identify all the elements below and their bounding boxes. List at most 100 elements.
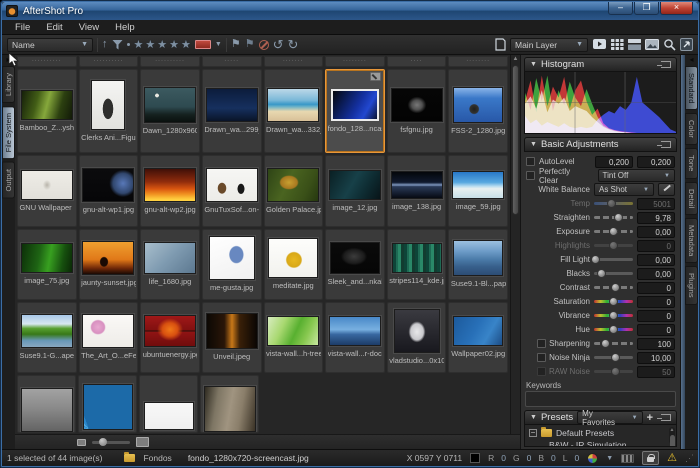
star-icon[interactable]: ★ <box>157 38 167 51</box>
rotate-left-icon[interactable]: ↺ <box>273 38 284 51</box>
fill-light-slider[interactable] <box>594 258 633 261</box>
thumbnail-cell[interactable]: Bamboo_Z...ysha.jpg <box>17 69 77 154</box>
thumbnail-cell[interactable]: vladstudio...0x1024.jpg <box>387 302 447 373</box>
star-icon[interactable]: ★ <box>145 38 155 51</box>
thumbnail-cell[interactable]: stripes114_kde.jpg <box>387 229 447 300</box>
resize-grip[interactable]: ⋰ <box>685 453 693 464</box>
thumbnail-size-slider[interactable] <box>92 441 130 444</box>
thumbnail-cell[interactable]: ····· <box>202 56 262 67</box>
menu-item-file[interactable]: File <box>8 21 37 34</box>
thumbnail-cell[interactable]: fsfgnu.jpg <box>387 69 447 154</box>
thumbnail-cell[interactable]: vista-wall...r-dock.jpg <box>325 302 385 373</box>
thumbnail-cell[interactable]: Clerks Ani...Figure.jpg <box>79 69 139 154</box>
thumbnail-cell[interactable]: jaunty-sunset.jpg <box>79 229 139 300</box>
star-icon[interactable]: ★ <box>181 38 191 51</box>
folder-name[interactable]: Fondos <box>143 453 171 463</box>
sharpening-checkbox[interactable] <box>537 339 546 348</box>
tab-color[interactable]: Color <box>685 113 698 145</box>
tab-plugins[interactable]: Plugins <box>685 266 698 305</box>
thumbnail-cell[interactable]: The_Art_O...eFear.jpg <box>79 302 139 373</box>
small-thumbnail-icon[interactable] <box>77 439 86 446</box>
exposure-slider-handle[interactable] <box>609 227 618 236</box>
highlights-value[interactable]: 0 <box>637 240 675 252</box>
tab-tone[interactable]: Tone <box>685 148 698 178</box>
large-thumbnail-icon[interactable] <box>136 437 149 447</box>
minimize-button[interactable]: – <box>608 2 633 15</box>
noise-ninja-slider[interactable] <box>594 356 633 359</box>
star-rating-filter[interactable]: ★★★★★ <box>134 38 191 51</box>
layers-icon[interactable] <box>494 38 506 51</box>
thumbnail-cell[interactable] <box>17 375 76 433</box>
straighten-slider-handle[interactable] <box>614 213 623 222</box>
saturation-value[interactable]: 0 <box>637 296 675 308</box>
contrast-slider[interactable] <box>594 286 633 289</box>
color-profile-dropdown-icon[interactable]: ▼ <box>606 455 613 462</box>
sharpening-value[interactable]: 100 <box>637 338 675 350</box>
grid-scrollbar[interactable]: ▲ <box>510 55 520 434</box>
temp-slider[interactable] <box>594 202 633 205</box>
rotate-right-icon[interactable]: ↻ <box>287 38 298 51</box>
sharpening-slider[interactable] <box>594 342 633 345</box>
collapse-right-panel-icon[interactable]: ◂ <box>689 57 693 63</box>
highlights-slider-handle[interactable] <box>609 241 618 250</box>
title-bar[interactable]: AfterShot Pro – ❐ × <box>2 2 698 20</box>
thumbnail-cell[interactable]: ubuntuenergy.jpg <box>140 302 200 373</box>
raw-noise-slider[interactable] <box>594 370 633 373</box>
collapse-triangle-icon[interactable]: ▼ <box>530 141 537 148</box>
collapse-triangle-icon[interactable]: ▼ <box>530 61 537 68</box>
browse-layout-icon[interactable] <box>628 39 641 50</box>
thumbnail-cell[interactable]: ·········· <box>17 56 77 67</box>
contrast-slider-handle[interactable] <box>611 283 620 292</box>
saturation-slider[interactable] <box>594 300 633 303</box>
thumbnail-cell[interactable] <box>139 375 198 433</box>
pin-icon[interactable] <box>661 141 671 148</box>
saturation-slider-handle[interactable] <box>609 297 618 306</box>
thumbnail-cell[interactable] <box>200 375 259 433</box>
tab-detail[interactable]: Detail <box>685 182 698 215</box>
thumbnail-cell[interactable]: meditate.jpg <box>264 229 324 300</box>
filter-icon[interactable] <box>112 39 123 50</box>
sort-ascending-icon[interactable]: ↑ <box>102 39 108 50</box>
thumbnail-cell[interactable]: Sleek_and...nkahn.jpg <box>325 229 385 300</box>
maximize-button[interactable]: ❐ <box>634 2 659 15</box>
add-preset-button[interactable]: + <box>647 413 653 423</box>
pin-icon[interactable] <box>661 61 671 68</box>
straighten-value[interactable]: 9,78 <box>637 212 675 224</box>
thumbnail-cell[interactable]: ·········· <box>79 56 139 67</box>
blacks-slider[interactable] <box>594 272 633 275</box>
thumbnail-cell[interactable]: image_138.jpg <box>387 155 447 226</box>
fill-light-value[interactable]: 0,00 <box>637 254 675 266</box>
keyboard-shortcuts-icon[interactable] <box>621 454 634 463</box>
perfectly-clear-dropdown[interactable]: Tint Off▼ <box>598 169 675 182</box>
image-view-icon[interactable] <box>645 39 659 50</box>
slideshow-icon[interactable] <box>592 38 607 51</box>
presets-header[interactable]: ▼ Presets My Favorites ▼ + <box>524 410 677 425</box>
thumbnail-cell[interactable]: image_59.jpg <box>448 155 508 226</box>
rating-dot-icon[interactable] <box>127 43 130 46</box>
vibrance-slider[interactable] <box>594 314 633 317</box>
thumbnail-cell[interactable]: GnuTuxSof...on-v1.jpg <box>202 155 262 226</box>
thumbnail-cell[interactable]: gnu-alt-wp1.jpg <box>79 155 139 226</box>
temp-slider-handle[interactable] <box>607 199 616 208</box>
grid-view-icon[interactable] <box>611 39 624 50</box>
thumbnail-cell[interactable]: vista-wall...h-tree.jpg <box>264 302 324 373</box>
hue-slider-handle[interactable] <box>609 325 618 334</box>
thumbnail-cell[interactable]: life_1680.jpg <box>140 229 200 300</box>
layer-dropdown[interactable]: Main Layer ▼ <box>510 38 588 52</box>
tab-file-system[interactable]: File System <box>2 106 15 159</box>
thumbnail-cell[interactable]: gnu-alt-wp2.jpg <box>140 155 200 226</box>
magnifier-icon[interactable] <box>663 38 676 51</box>
perfectly-clear-checkbox[interactable] <box>526 171 535 180</box>
thumbnail-cell[interactable]: ·········· <box>140 56 200 67</box>
hue-slider[interactable] <box>594 328 633 331</box>
raw-noise-slider-handle[interactable] <box>611 367 620 376</box>
color-label-swatch[interactable] <box>195 40 211 49</box>
flag-icon[interactable]: ⚑ <box>231 39 241 50</box>
preset-folder-row[interactable]: −Default Presets <box>529 427 676 439</box>
star-icon[interactable]: ★ <box>169 38 179 51</box>
sharpening-slider-handle[interactable] <box>601 339 610 348</box>
color-label-dropdown-icon[interactable]: ▼ <box>215 41 222 48</box>
temp-value[interactable]: 5001 <box>637 198 675 210</box>
straighten-slider[interactable] <box>594 216 633 219</box>
grid-scrollbar-thumb[interactable] <box>512 65 519 215</box>
